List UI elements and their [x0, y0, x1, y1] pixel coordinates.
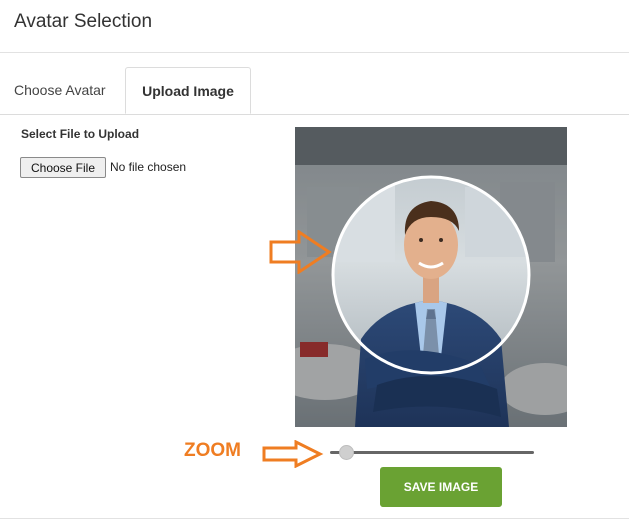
zoom-slider-thumb[interactable]	[339, 445, 354, 460]
choose-file-button[interactable]: Choose File	[20, 157, 106, 178]
tab-choose-avatar[interactable]: Choose Avatar	[14, 67, 106, 113]
zoom-slider-track[interactable]	[330, 451, 534, 454]
tab-bar: Choose Avatar Upload Image	[0, 67, 629, 115]
save-image-button[interactable]: SAVE IMAGE	[380, 467, 502, 507]
modal-header: Avatar Selection	[0, 0, 629, 53]
tab-upload-image[interactable]: Upload Image	[125, 67, 251, 114]
file-status-text: No file chosen	[110, 160, 187, 174]
zoom-label: ZOOM	[184, 440, 241, 461]
upload-section-label: Select File to Upload	[21, 127, 140, 141]
arrow-right-outline-icon	[262, 440, 324, 468]
avatar-crop-area[interactable]	[295, 127, 567, 427]
zoom-slider[interactable]	[330, 442, 534, 462]
arrow-right-outline-icon	[269, 230, 332, 274]
footer-divider	[0, 518, 629, 519]
page-title: Avatar Selection	[14, 11, 153, 32]
avatar-photo	[295, 127, 567, 427]
